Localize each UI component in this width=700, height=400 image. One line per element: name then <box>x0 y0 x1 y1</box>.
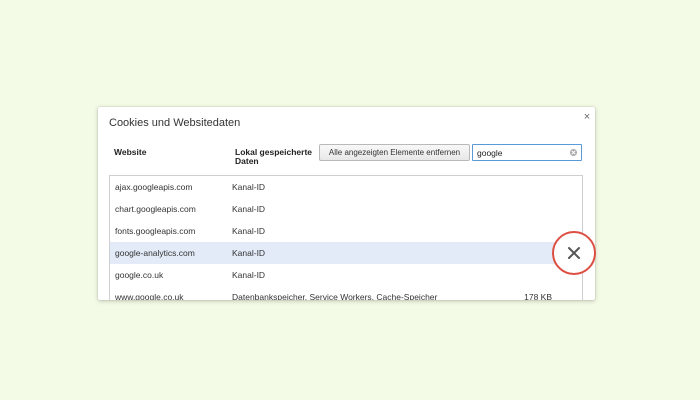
row-data-type: Datenbankspeicher, Service Workers, Cach… <box>232 292 438 300</box>
table-row[interactable]: www.google.co.uk Datenbankspeicher, Serv… <box>110 286 582 300</box>
table-row[interactable]: fonts.googleapis.com Kanal-ID <box>110 220 582 242</box>
row-data-type: Kanal-ID <box>232 248 266 258</box>
row-size: 178 KB <box>524 292 552 300</box>
remove-x-icon[interactable] <box>566 245 582 261</box>
row-site: fonts.googleapis.com <box>115 226 196 236</box>
clear-search-icon[interactable] <box>570 149 577 156</box>
search-input[interactable] <box>477 146 567 159</box>
dialog-title: Cookies und Websitedaten <box>109 117 241 129</box>
table-row-selected[interactable]: google-analytics.com Kanal-ID <box>110 242 582 264</box>
column-header-local-data: Lokal gespeicherte Daten <box>235 147 313 166</box>
row-data-type: Kanal-ID <box>232 270 266 280</box>
close-button[interactable]: × <box>581 110 593 124</box>
cookies-dialog: Cookies und Websitedaten × Website Lokal… <box>98 107 595 300</box>
row-data-type: Kanal-ID <box>232 182 266 192</box>
table-row[interactable]: ajax.googleapis.com Kanal-ID <box>110 176 582 198</box>
column-header-website: Website <box>114 147 147 157</box>
row-site: google.co.uk <box>115 270 164 280</box>
row-data-type: Kanal-ID <box>232 226 266 236</box>
row-site: www.google.co.uk <box>115 292 184 300</box>
search-box <box>472 144 582 161</box>
row-site: google-analytics.com <box>115 248 195 258</box>
table-row[interactable]: chart.googleapis.com Kanal-ID <box>110 198 582 220</box>
remove-all-shown-button[interactable]: Alle angezeigten Elemente entfernen <box>319 144 470 161</box>
table-row[interactable]: google.co.uk Kanal-ID <box>110 264 582 286</box>
row-site: ajax.googleapis.com <box>115 182 193 192</box>
row-site: chart.googleapis.com <box>115 204 196 214</box>
row-data-type: Kanal-ID <box>232 204 266 214</box>
site-list[interactable]: ajax.googleapis.com Kanal-ID chart.googl… <box>109 175 583 300</box>
